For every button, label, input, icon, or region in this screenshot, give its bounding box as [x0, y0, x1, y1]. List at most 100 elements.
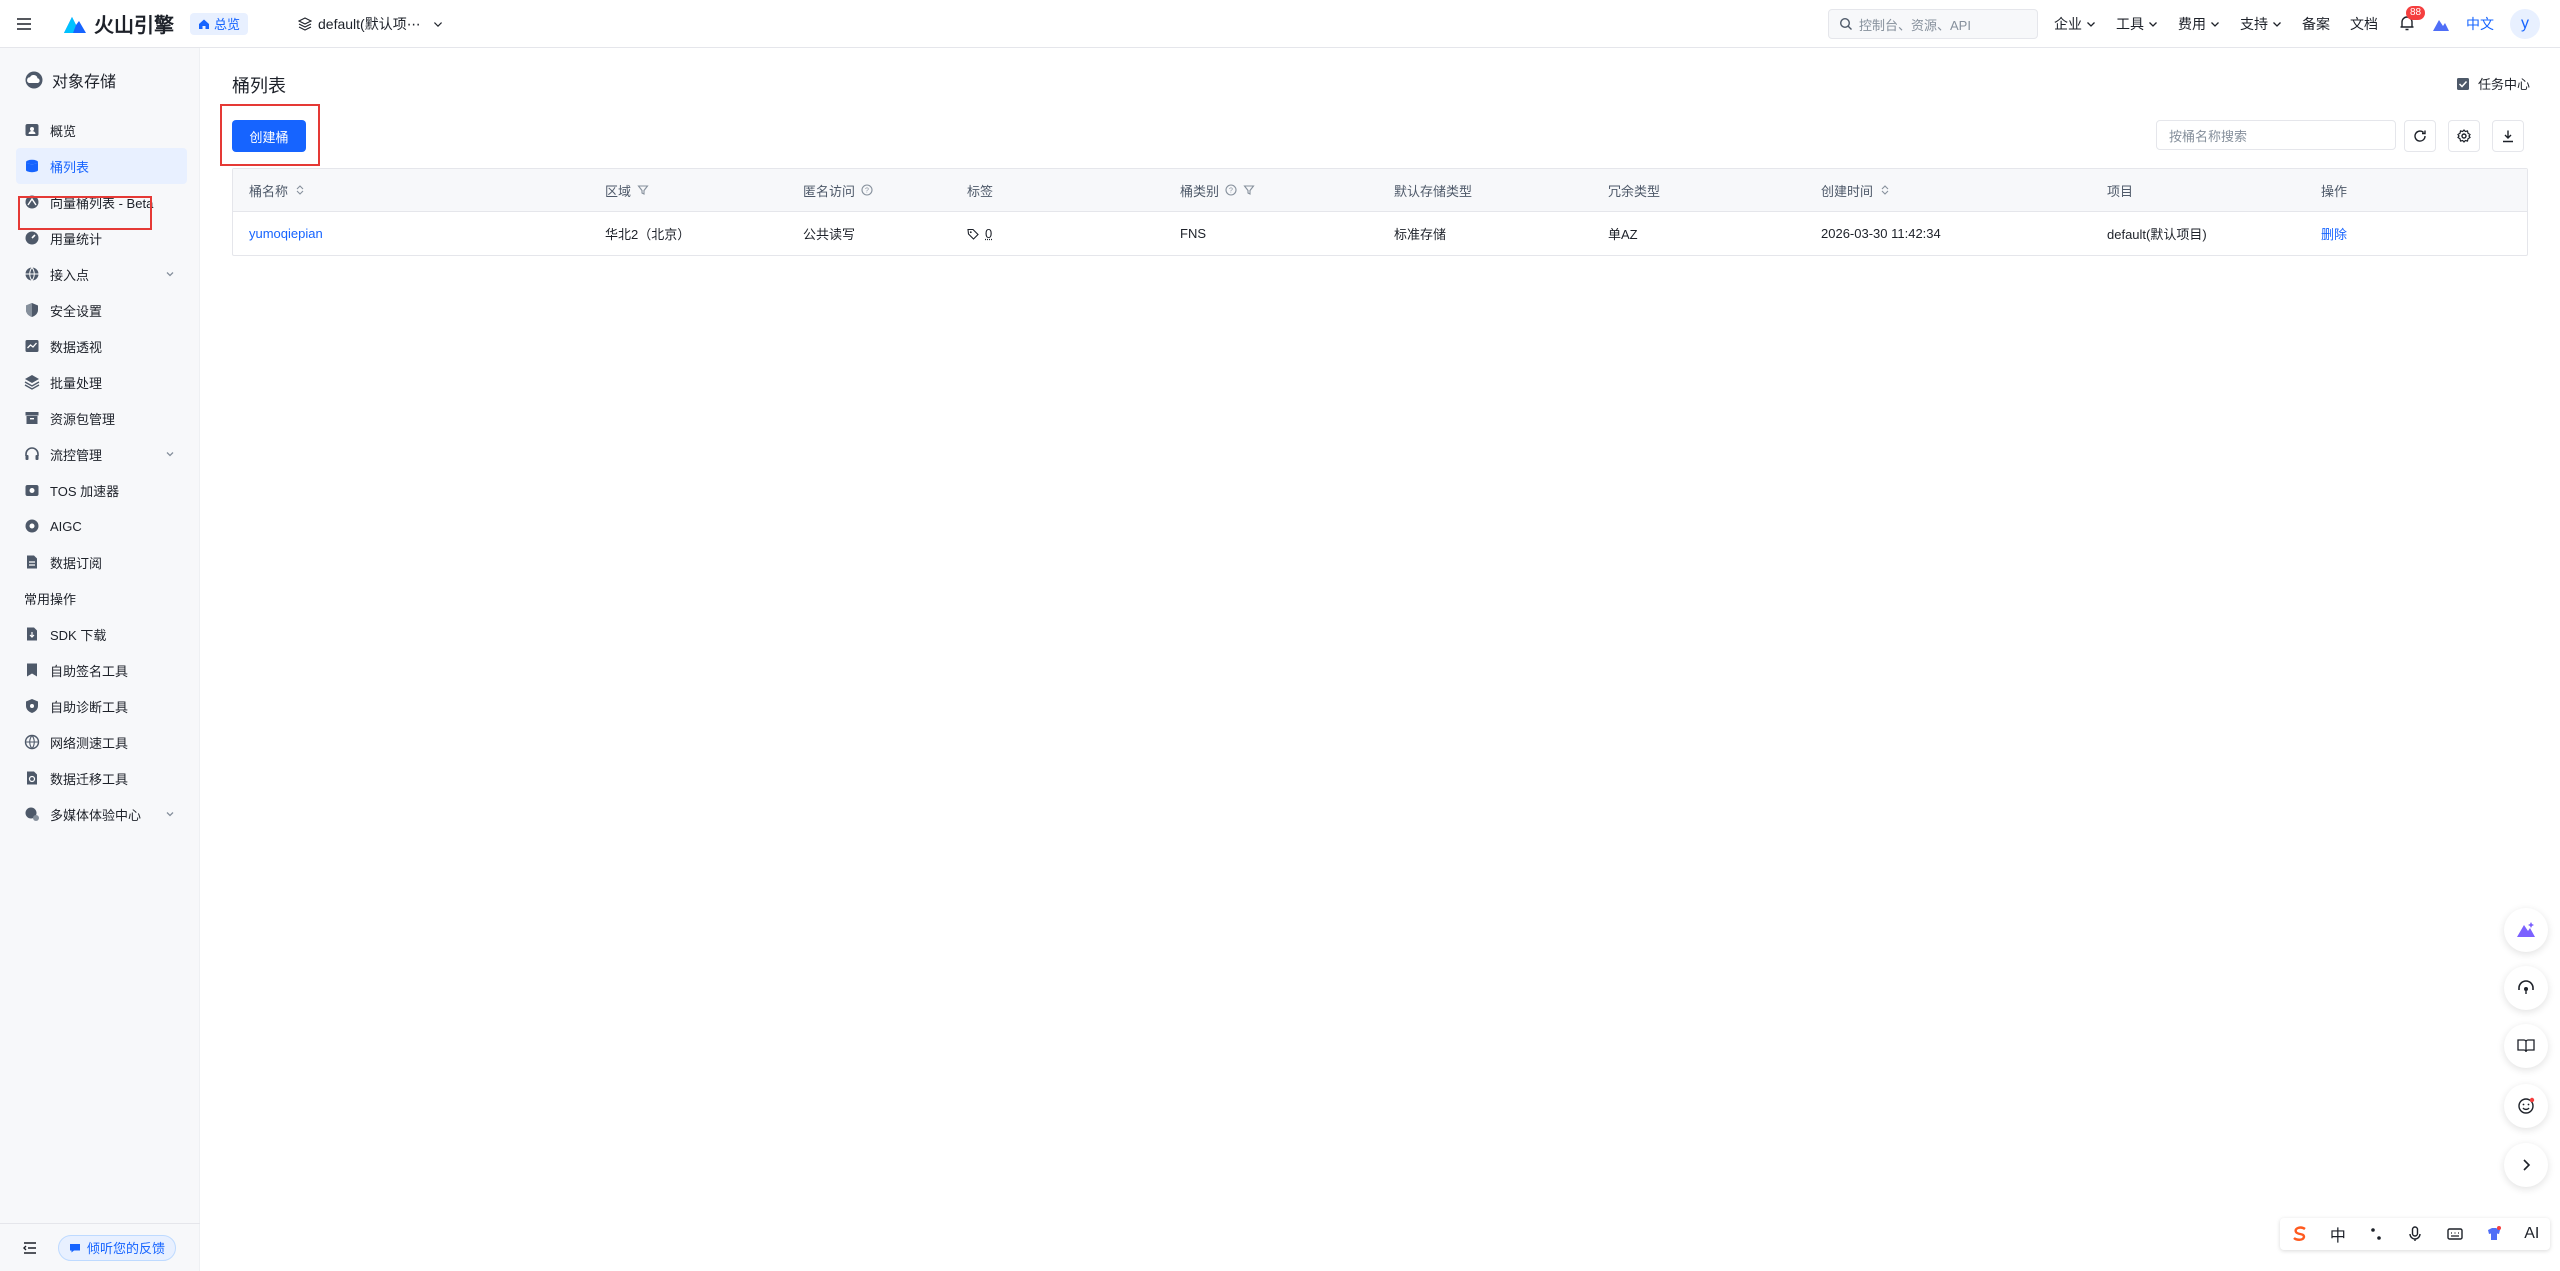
chevron-down-icon: [2087, 22, 2095, 27]
sidebar-item-security[interactable]: 安全设置: [0, 292, 199, 328]
tag-count[interactable]: 0: [985, 226, 992, 241]
headset-icon: [2518, 980, 2534, 994]
avatar[interactable]: y: [2510, 9, 2540, 39]
sidebar-item-sdk[interactable]: SDK 下载: [0, 616, 199, 652]
rocket-icon: [25, 485, 39, 496]
sidebar-item-migration-tool[interactable]: 数据迁移工具: [0, 760, 199, 796]
mountain-icon[interactable]: [2432, 15, 2450, 33]
menu-billing[interactable]: 费用: [2178, 14, 2220, 34]
sidebar-item-overview[interactable]: 概览: [0, 112, 199, 148]
sidebar-item-diagnose-tool[interactable]: 自助诊断工具: [0, 688, 199, 724]
microphone-icon[interactable]: [2406, 1225, 2424, 1243]
menu-enterprise[interactable]: 企业: [2054, 14, 2096, 34]
delete-bucket-link[interactable]: 删除: [2321, 224, 2347, 243]
notification-badge: 88: [2406, 6, 2426, 20]
sidebar-item-access-point[interactable]: 接入点: [0, 256, 199, 292]
svg-text:?: ?: [1229, 188, 1233, 195]
ime-mode[interactable]: 中: [2330, 1222, 2346, 1246]
download-button[interactable]: [2492, 120, 2524, 152]
header-storage-class: 默认存储类型: [1394, 183, 1473, 199]
sidebar-item-signature-tool[interactable]: 自助签名工具: [0, 652, 199, 688]
header-created-time[interactable]: 创建时间: [1805, 181, 2091, 200]
header-bucket-category[interactable]: 桶类别?: [1164, 181, 1378, 200]
menu-support[interactable]: 支持: [2240, 14, 2282, 34]
book-icon: [2517, 1039, 2535, 1053]
bucket-redundancy: 单AZ: [1608, 227, 1638, 242]
bucket-region: 华北2（北京）: [605, 227, 691, 242]
header-region[interactable]: 区域: [589, 181, 787, 200]
sidebar-item-bucket-list[interactable]: 桶列表: [16, 148, 187, 184]
language-switch[interactable]: 中文: [2466, 14, 2494, 34]
globe-icon: [25, 267, 39, 282]
bucket-icon: [26, 159, 38, 173]
bucket-project: default(默认项目): [2107, 227, 2207, 242]
main-content: 桶列表 任务中心 创建桶 按桶名称搜索 桶名称 区域 匿名访问? 标签 桶类别?…: [200, 48, 2560, 1271]
sort-icon: [1881, 185, 1889, 195]
skin-icon[interactable]: [2485, 1225, 2503, 1243]
link-filing[interactable]: 备案: [2302, 14, 2330, 34]
top-bar: 火山引擎 总览 default(默认项⋯ 控制台、资源、API 企业 工具 费用…: [0, 0, 2560, 48]
sidebar-item-data-insight[interactable]: 数据透视: [0, 328, 199, 364]
sidebar-item-resource-package[interactable]: 资源包管理: [0, 400, 199, 436]
menu-icon[interactable]: [0, 0, 48, 48]
chevron-down-icon[interactable]: [165, 449, 175, 459]
chat-icon: [70, 1243, 80, 1252]
sidebar-item-network-speed[interactable]: 网络测速工具: [0, 724, 199, 760]
sidebar-section-common: 常用操作: [24, 591, 77, 607]
migrate-icon: [27, 771, 37, 785]
collapse-sidebar-icon[interactable]: [22, 1240, 38, 1256]
chevron-down-icon: [2273, 22, 2281, 27]
bucket-name-link[interactable]: yumoqiepian: [249, 226, 323, 241]
table-header: 桶名称 区域 匿名访问? 标签 桶类别? 默认存储类型 冗余类型 创建时间 项目…: [233, 169, 2527, 211]
float-ai-assistant-button[interactable]: [2504, 908, 2548, 952]
create-bucket-button[interactable]: 创建桶: [232, 120, 306, 152]
chevron-down-icon[interactable]: [165, 269, 175, 279]
bookmark-icon: [27, 663, 37, 677]
sidebar-item-flow-control[interactable]: 流控管理: [0, 436, 199, 472]
sidebar-item-batch[interactable]: 批量处理: [0, 364, 199, 400]
project-name: default(默认项⋯: [318, 15, 421, 32]
tag-icon: [967, 228, 979, 240]
menu-tools[interactable]: 工具: [2116, 14, 2158, 34]
sogou-logo-icon[interactable]: [2291, 1225, 2309, 1243]
project-selector[interactable]: default(默认项⋯: [298, 14, 443, 34]
bucket-tags[interactable]: 0: [951, 226, 1164, 241]
smile-icon: [2518, 1097, 2535, 1114]
ime-ai-label[interactable]: AI: [2524, 1225, 2539, 1243]
settings-button[interactable]: [2448, 120, 2480, 152]
link-docs[interactable]: 文档: [2350, 14, 2378, 34]
notification-bell[interactable]: 88: [2398, 6, 2426, 34]
header-bucket-name[interactable]: 桶名称: [233, 181, 589, 200]
search-icon: [1839, 17, 1852, 30]
header-tags: 标签: [967, 183, 994, 199]
feedback-button[interactable]: 倾听您的反馈: [58, 1234, 177, 1261]
header-actions: 操作: [2321, 183, 2348, 199]
float-docs-button[interactable]: [2504, 1024, 2548, 1068]
cloud-storage-icon: [25, 71, 43, 89]
bucket-created-time: 2026-03-30 11:42:34: [1821, 226, 1941, 241]
sidebar-item-aigc[interactable]: AIGC: [0, 508, 199, 544]
headset-icon: [25, 447, 39, 460]
bucket-search-input[interactable]: 按桶名称搜索: [2156, 120, 2396, 150]
sidebar-item-data-subscription[interactable]: 数据订阅: [0, 544, 199, 580]
table-row: yumoqiepian 华北2（北京） 公共读写 0 FNS 标准存储 单AZ …: [233, 211, 2527, 255]
chevron-down-icon[interactable]: [165, 809, 175, 819]
float-feedback-button[interactable]: [2504, 1084, 2548, 1128]
layers-icon: [24, 375, 40, 390]
file-icon: [27, 555, 37, 569]
float-collapse-button[interactable]: [2504, 1143, 2548, 1187]
refresh-icon: [2414, 130, 2426, 142]
sidebar-item-tos-accelerator[interactable]: TOS 加速器: [0, 472, 199, 508]
refresh-button[interactable]: [2404, 120, 2436, 152]
brand-logo[interactable]: 火山引擎: [62, 9, 174, 38]
filter-icon: [637, 185, 649, 195]
brand-name: 火山引擎: [94, 15, 174, 37]
sidebar-item-media-center[interactable]: 多媒体体验中心: [0, 796, 199, 832]
header-project: 项目: [2107, 183, 2134, 199]
global-search-input[interactable]: 控制台、资源、API: [1828, 9, 2038, 39]
task-center-button[interactable]: 任务中心: [2456, 74, 2530, 93]
punctuation-icon[interactable]: [2367, 1225, 2385, 1243]
home-chip[interactable]: 总览: [190, 12, 249, 35]
keyboard-icon[interactable]: [2446, 1225, 2464, 1243]
float-support-button[interactable]: [2504, 966, 2548, 1010]
